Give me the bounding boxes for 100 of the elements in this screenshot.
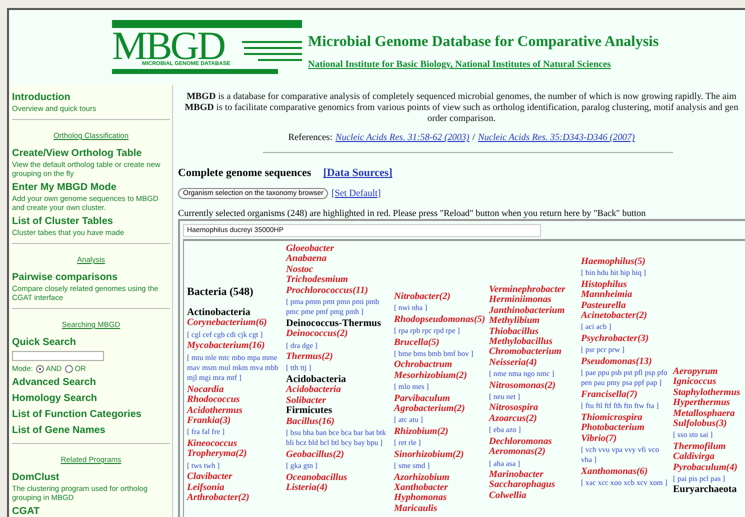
genus-link[interactable]: Marinobacter xyxy=(489,470,578,480)
reference-link[interactable]: Nucleic Acids Res. 31:58-62 (2003) xyxy=(335,133,470,143)
genus-link[interactable]: Methylobacillus xyxy=(489,337,578,348)
genus-link[interactable]: Maricaulis xyxy=(394,504,486,514)
sidebar-link[interactable]: List of Cluster Tables xyxy=(12,216,170,228)
institute-link[interactable]: National Institute for Basic Biology, National Institutes of Natural Sciences xyxy=(308,60,659,70)
genus-link[interactable]: Thiomicrospira xyxy=(581,412,670,424)
genus-link[interactable]: Sinorhizobium(2) xyxy=(394,450,486,460)
genus-link[interactable]: Azorhizobium xyxy=(394,472,486,483)
genus-link[interactable]: Nitrosospira xyxy=(489,403,578,414)
genus-link[interactable]: Mesorhizobium(2) xyxy=(394,370,486,382)
genus-link[interactable]: Nitrobacter(2) xyxy=(394,292,486,302)
genus-link[interactable]: Francisella(7) xyxy=(581,390,670,400)
genus-link[interactable]: Neisseria(4) xyxy=(489,358,578,368)
genus-link[interactable]: Methylibium xyxy=(489,316,578,327)
genus-link[interactable]: Colwellia xyxy=(489,490,578,502)
genus-link[interactable]: Nostoc xyxy=(286,264,391,276)
genus-link[interactable]: Solibacter xyxy=(286,396,391,406)
genus-link[interactable]: Rhodococcus xyxy=(187,395,283,406)
sidebar-link[interactable]: Create/View Ortholog Table xyxy=(12,148,170,160)
genus-link[interactable]: Anabaena xyxy=(286,254,391,265)
genus-link[interactable]: Mycobacterium(16) xyxy=(187,341,283,352)
sidebar-link[interactable]: List of Gene Names xyxy=(12,425,170,437)
sidebar-link[interactable]: Introduction xyxy=(12,92,170,104)
data-sources-link[interactable]: [Data Sources] xyxy=(323,167,392,179)
genus-link[interactable]: Brucella(5) xyxy=(394,338,486,348)
genus-link[interactable]: Pasteurella xyxy=(581,300,670,312)
genus-link[interactable]: Nitrosomonas(2) xyxy=(489,380,578,392)
genus-link[interactable]: Sulfolobus(3) xyxy=(673,419,745,430)
genus-link[interactable]: Parvibaculum xyxy=(394,394,486,404)
genus-link[interactable]: Hyphomonas xyxy=(394,493,486,504)
genus-link[interactable]: Chromobacterium xyxy=(489,347,578,358)
phylum-heading: Deinococcus-Thermus xyxy=(286,318,382,329)
genus-link[interactable]: Acinetobacter(2) xyxy=(581,311,670,322)
genus-link[interactable]: Haemophilus(5) xyxy=(581,257,670,268)
sidebar-link[interactable]: Enter My MBGD Mode xyxy=(12,182,170,194)
genus-link[interactable]: Pseudomonas(13) xyxy=(581,356,670,368)
genus-link[interactable]: Aeropyrum xyxy=(673,367,745,378)
genus-link[interactable]: Photobacterium xyxy=(581,423,670,434)
genus-link[interactable]: Corynebacterium(6) xyxy=(187,318,283,329)
genus-link[interactable]: Acidothermus xyxy=(187,406,283,416)
genus-link[interactable]: Acidobacteria xyxy=(286,385,391,396)
genus-link[interactable]: Ochrobactrum xyxy=(394,360,486,371)
genus-link[interactable]: Listeria(4) xyxy=(286,482,391,494)
site-title: Microbial Genome Database for Comparative Analysis xyxy=(308,34,659,51)
sidebar-link[interactable]: Pairwise comparisons xyxy=(12,272,170,284)
genus-link[interactable]: Histophilus xyxy=(581,280,670,290)
phylum-heading: Euryarchaeota xyxy=(673,485,738,496)
genus-link[interactable]: Mannheimia xyxy=(581,290,670,301)
genus-link[interactable]: Leifsonia xyxy=(187,482,283,493)
genus-link[interactable]: Rhodopseudomonas(5) xyxy=(394,314,486,326)
radio-button[interactable] xyxy=(36,364,44,372)
genus-link[interactable]: Frankia(3) xyxy=(187,416,283,426)
phylum-heading: Actinobacteria xyxy=(187,308,252,318)
genus-link[interactable]: Vibrio(7) xyxy=(581,434,670,444)
genus-link[interactable]: Caldivirga xyxy=(673,452,745,463)
genus-link[interactable]: Prochlorococcus(11) xyxy=(286,286,391,296)
genus-link[interactable]: Tropheryma(2) xyxy=(187,449,283,460)
set-default-link[interactable]: [Set Default] xyxy=(331,188,381,198)
reference-link[interactable]: Nucleic Acids Res. 35:D343-D346 (2007) xyxy=(478,133,635,143)
genus-link[interactable]: Clavibacter xyxy=(187,472,283,482)
genus-link[interactable]: Agrobacterium(2) xyxy=(394,404,486,414)
genus-link[interactable]: Dechloromonas xyxy=(489,436,578,448)
genus-link[interactable]: Xanthomonas(6) xyxy=(581,466,670,478)
genus-link[interactable]: Arthrobacter(2) xyxy=(187,492,283,504)
phylum-heading: Firmicutes xyxy=(286,406,334,416)
genus-link[interactable]: Xanthobacter xyxy=(394,482,486,494)
genus-link[interactable]: Thermus(2) xyxy=(286,352,391,362)
genus-link[interactable]: Oceanobacillus xyxy=(286,472,391,483)
genus-link[interactable]: Trichodesmium xyxy=(286,275,391,286)
genus-link[interactable]: Thiobacillus xyxy=(489,326,578,338)
genus-link[interactable]: Metallosphaera xyxy=(673,408,745,420)
genus-link[interactable]: Psychrobacter(3) xyxy=(581,334,670,344)
genus-link[interactable]: Deinococcus(2) xyxy=(286,329,391,340)
search-field[interactable] xyxy=(12,351,104,361)
genus-link[interactable]: Ignicoccus xyxy=(673,377,745,388)
genus-link[interactable]: Thermofilum xyxy=(673,442,745,452)
genus-link[interactable]: Bacillus(16) xyxy=(286,416,391,427)
genus-link[interactable]: Azoarcus(2) xyxy=(489,414,578,424)
references-label: References: xyxy=(288,133,332,143)
genus-link[interactable]: Geobacillus(2) xyxy=(286,450,391,460)
genus-link[interactable]: Herminiimonas xyxy=(489,295,578,306)
genus-link[interactable]: Kineococcus xyxy=(187,438,283,450)
genus-link[interactable]: Hyperthermus xyxy=(673,398,745,409)
sidebar-link[interactable]: DomClust xyxy=(12,472,170,484)
genus-link[interactable]: Nocardia xyxy=(187,384,283,396)
genus-link[interactable]: Aeromonas(2) xyxy=(489,447,578,458)
sidebar-link[interactable]: List of Function Categories xyxy=(12,409,170,421)
sidebar-link[interactable]: Homology Search xyxy=(12,393,170,405)
sidebar-link[interactable]: Advanced Search xyxy=(12,377,170,389)
genus-link[interactable]: Verminephrobacter xyxy=(489,285,578,296)
genus-link[interactable]: Gloeobacter xyxy=(286,244,391,254)
radio-button[interactable] xyxy=(64,364,73,372)
genus-link[interactable]: Saccharophagus xyxy=(489,480,578,491)
genus-link[interactable]: Staphylothermus xyxy=(673,388,745,398)
sidebar-link[interactable]: CGAT xyxy=(12,506,170,517)
sidebar-link[interactable]: Quick Search xyxy=(12,337,170,349)
genus-link[interactable]: Rhizobium(2) xyxy=(394,426,486,438)
genus-link[interactable]: Pyrobaculum(4) xyxy=(673,462,745,474)
genus-link[interactable]: Janthinobacterium xyxy=(489,306,578,316)
